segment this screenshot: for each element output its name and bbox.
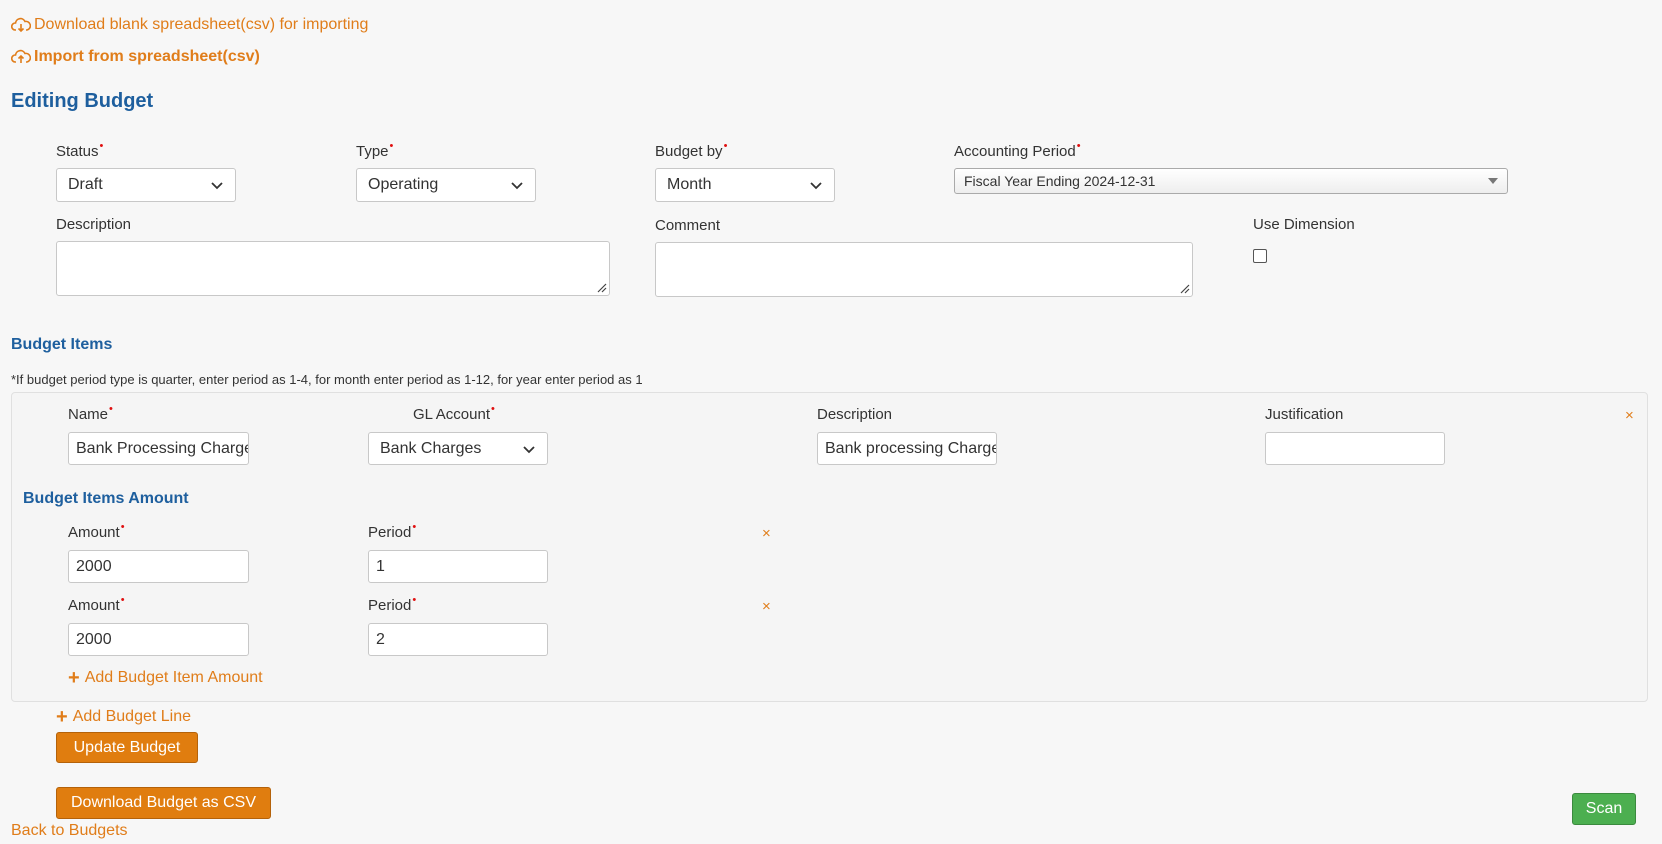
update-budget-button[interactable]: Update Budget <box>56 732 198 763</box>
remove-amount-button[interactable]: × <box>762 526 771 541</box>
chevron-down-icon <box>523 445 535 453</box>
budget-by-select[interactable]: Month <box>655 168 835 202</box>
budget-period-note: *If budget period type is quarter, enter… <box>11 372 643 387</box>
budget-items-heading: Budget Items <box>11 336 113 353</box>
item-description-input[interactable]: Bank processing Charges <box>817 432 997 465</box>
add-budget-item-amount-link[interactable]: + Add Budget Item Amount <box>68 668 263 688</box>
description-textarea[interactable] <box>56 241 610 296</box>
accounting-period-select[interactable]: Fiscal Year Ending 2024-12-31 <box>954 168 1508 194</box>
scan-button[interactable]: Scan <box>1572 793 1636 825</box>
amount-input[interactable]: 2000 <box>68 550 249 583</box>
resize-grip-icon[interactable] <box>1179 283 1190 294</box>
chevron-down-icon <box>810 182 822 190</box>
cloud-upload-icon <box>11 49 31 63</box>
use-dimension-label: Use Dimension <box>1253 216 1355 233</box>
status-select[interactable]: Draft <box>56 168 236 202</box>
amount-input[interactable]: 2000 <box>68 623 249 656</box>
budget-items-amount-heading: Budget Items Amount <box>23 490 189 507</box>
download-budget-csv-button[interactable]: Download Budget as CSV <box>56 787 271 819</box>
status-label: Status• <box>56 140 104 160</box>
remove-amount-button[interactable]: × <box>762 599 771 614</box>
amount-label: Amount• <box>68 594 125 614</box>
use-dimension-checkbox[interactable] <box>1253 249 1267 263</box>
comment-label: Comment <box>655 217 721 234</box>
type-label: Type• <box>356 140 394 160</box>
caret-down-icon <box>1488 178 1498 184</box>
gl-account-select[interactable]: Bank Charges <box>368 432 548 465</box>
period-input[interactable]: 1 <box>368 550 548 583</box>
period-label: Period• <box>368 521 417 541</box>
item-name-label: Name• <box>68 403 113 423</box>
download-blank-csv-label: Download blank spreadsheet(csv) for impo… <box>34 16 369 33</box>
resize-grip-icon[interactable] <box>596 282 607 293</box>
accounting-period-value: Fiscal Year Ending 2024-12-31 <box>964 173 1156 189</box>
budget-by-value: Month <box>667 176 712 193</box>
gl-account-value: Bank Charges <box>380 439 482 457</box>
chevron-down-icon <box>211 182 223 190</box>
page-title: Editing Budget <box>11 90 154 112</box>
accounting-period-label: Accounting Period• <box>954 140 1081 160</box>
add-budget-line-link[interactable]: + Add Budget Line <box>56 707 191 727</box>
comment-textarea[interactable] <box>655 242 1193 297</box>
add-budget-item-amount-label: Add Budget Item Amount <box>84 669 263 686</box>
period-label: Period• <box>368 594 417 614</box>
status-value: Draft <box>68 176 103 193</box>
gl-account-label: GL Account• <box>413 403 495 423</box>
plus-icon: + <box>56 706 68 728</box>
remove-budget-item-button[interactable]: × <box>1625 408 1634 423</box>
add-budget-line-label: Add Budget Line <box>72 708 192 725</box>
import-csv-link[interactable]: Import from spreadsheet(csv) <box>11 48 260 66</box>
justification-input[interactable] <box>1265 432 1445 465</box>
amount-label: Amount• <box>68 521 125 541</box>
budget-by-label: Budget by• <box>655 140 728 160</box>
justification-label: Justification <box>1265 406 1344 423</box>
download-blank-csv-link[interactable]: Download blank spreadsheet(csv) for impo… <box>11 16 368 34</box>
description-label: Description <box>56 216 132 233</box>
chevron-down-icon <box>511 182 523 190</box>
item-name-input[interactable]: Bank Processing Charges <box>68 432 249 465</box>
back-to-budgets-link[interactable]: Back to Budgets <box>11 822 128 840</box>
import-csv-label: Import from spreadsheet(csv) <box>34 48 260 65</box>
type-select[interactable]: Operating <box>356 168 536 202</box>
type-value: Operating <box>368 176 439 193</box>
period-input[interactable]: 2 <box>368 623 548 656</box>
cloud-download-icon <box>11 17 31 33</box>
plus-icon: + <box>68 667 80 689</box>
item-description-label: Description <box>817 406 893 423</box>
